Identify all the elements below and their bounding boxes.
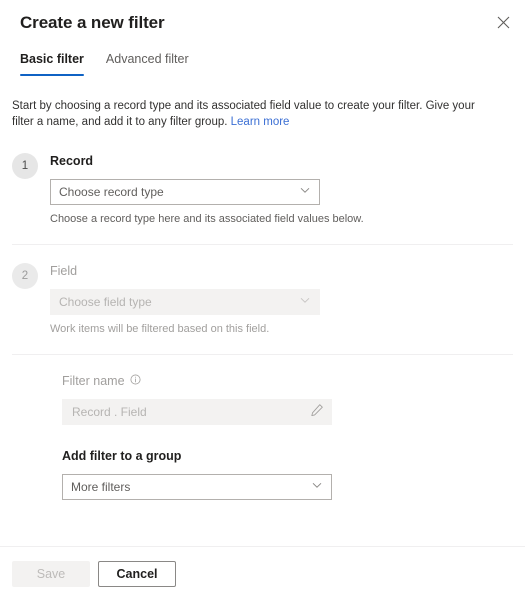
page-title: Create a new filter bbox=[20, 13, 165, 32]
divider-1 bbox=[12, 244, 513, 245]
field-hint: Work items will be filtered based on thi… bbox=[50, 323, 270, 335]
filter-name-input-value: Record . Field bbox=[72, 405, 147, 419]
tab-advanced-filter[interactable]: Advanced filter bbox=[106, 50, 189, 76]
learn-more-link[interactable]: Learn more bbox=[231, 116, 290, 128]
field-type-dropdown[interactable]: Choose field type bbox=[50, 289, 320, 315]
panel-body: 1 Record Choose record type Choose a rec… bbox=[0, 152, 525, 500]
close-icon bbox=[497, 16, 510, 29]
step-number-badge: 1 bbox=[12, 153, 38, 179]
close-button[interactable] bbox=[489, 8, 517, 36]
tab-advanced-filter-label: Advanced filter bbox=[105, 52, 189, 66]
tab-basic-filter[interactable]: Basic filter bbox=[20, 50, 84, 76]
filter-name-input[interactable]: Record . Field bbox=[62, 399, 332, 425]
record-type-dropdown[interactable]: Choose record type bbox=[50, 179, 320, 205]
panel-description: Start by choosing a record type and its … bbox=[0, 98, 514, 130]
filter-name-block: Filter name Record . Field bbox=[12, 372, 513, 425]
field-type-dropdown-value: Choose field type bbox=[59, 295, 152, 309]
chevron-down-icon bbox=[299, 183, 311, 201]
record-label: Record bbox=[50, 154, 94, 168]
panel-header: Create a new filter bbox=[0, 0, 525, 34]
record-hint: Choose a record type here and its associ… bbox=[50, 213, 364, 225]
filter-group-label-row: Add filter to a group bbox=[62, 447, 501, 465]
chevron-down-icon bbox=[311, 478, 323, 496]
filter-group-dropdown[interactable]: More filters bbox=[62, 474, 332, 500]
info-icon[interactable] bbox=[130, 372, 141, 390]
pencil-icon[interactable] bbox=[310, 403, 324, 422]
step-field: 2 Field Choose field type Work items wil… bbox=[12, 262, 513, 337]
step-record: 1 Record Choose record type Choose a rec… bbox=[12, 152, 513, 227]
filter-group-block: Add filter to a group More filters bbox=[12, 447, 513, 500]
filter-group-label: Add filter to a group bbox=[62, 449, 182, 463]
cancel-button[interactable]: Cancel bbox=[98, 560, 176, 587]
step-record-body: Record Choose record type Choose a recor… bbox=[50, 152, 513, 227]
filter-group-dropdown-value: More filters bbox=[71, 480, 131, 494]
filter-name-label-row: Filter name bbox=[62, 372, 501, 390]
panel-footer: Save Cancel bbox=[0, 546, 525, 600]
save-button[interactable]: Save bbox=[12, 560, 90, 587]
tab-basic-filter-label: Basic filter bbox=[20, 52, 84, 66]
chevron-down-icon bbox=[299, 293, 311, 311]
field-label: Field bbox=[50, 264, 78, 278]
step-field-body: Field Choose field type Work items will … bbox=[50, 262, 513, 337]
tab-list: Basic filter Advanced filter bbox=[0, 50, 525, 76]
record-type-dropdown-value: Choose record type bbox=[59, 185, 164, 199]
step-number-badge: 2 bbox=[12, 263, 38, 289]
divider-2 bbox=[12, 354, 513, 355]
filter-name-label: Filter name bbox=[62, 374, 125, 388]
